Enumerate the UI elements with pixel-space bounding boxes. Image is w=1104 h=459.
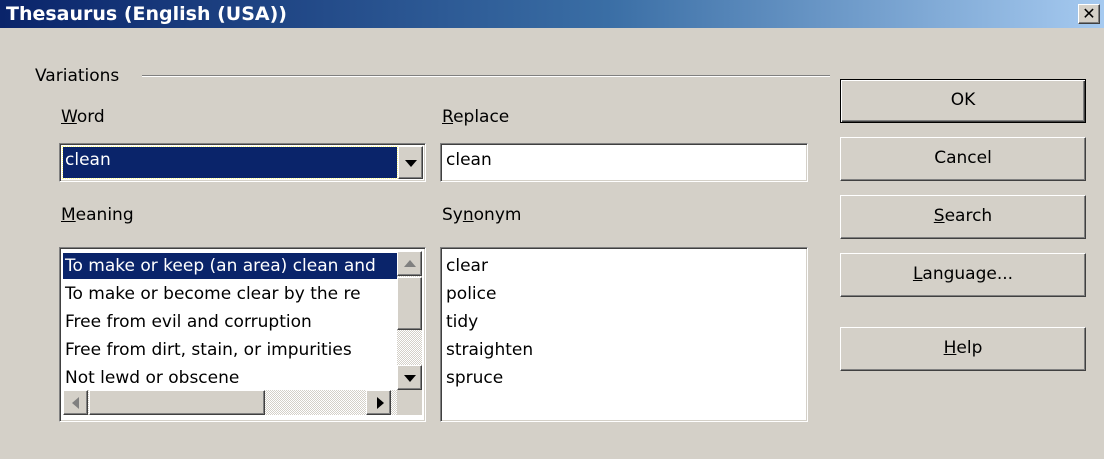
meaning-horizontal-scroll-thumb[interactable] bbox=[89, 390, 265, 415]
meaning-scroll-right-button[interactable] bbox=[366, 390, 391, 415]
word-combobox-value[interactable]: clean bbox=[62, 146, 398, 179]
replace-label: Replace bbox=[442, 107, 510, 127]
synonym-item[interactable]: police bbox=[444, 281, 801, 307]
word-label: Word bbox=[61, 107, 105, 127]
synonym-item[interactable]: clear bbox=[444, 253, 801, 279]
thesaurus-dialog: Thesaurus (English (USA)) ✕ Variations W… bbox=[0, 0, 1104, 459]
synonym-item[interactable]: spruce bbox=[444, 365, 801, 391]
chevron-down-icon bbox=[405, 160, 417, 167]
scroll-up-arrow-icon bbox=[404, 260, 416, 267]
window-title: Thesaurus (English (USA)) bbox=[6, 3, 287, 25]
scroll-left-arrow-icon bbox=[72, 397, 79, 409]
variations-group-label: Variations bbox=[35, 66, 120, 86]
synonym-label: Synonym bbox=[442, 205, 522, 225]
title-bar[interactable]: Thesaurus (English (USA)) ✕ bbox=[0, 0, 1104, 28]
help-button[interactable]: Help bbox=[840, 327, 1086, 371]
close-icon: ✕ bbox=[1082, 4, 1096, 23]
meaning-vertical-scroll-thumb[interactable] bbox=[397, 277, 422, 330]
meaning-item[interactable]: To make or become clear by the re bbox=[63, 281, 398, 307]
scroll-right-arrow-icon bbox=[377, 397, 384, 409]
close-button[interactable]: ✕ bbox=[1078, 4, 1100, 24]
ok-button[interactable]: OK bbox=[840, 79, 1086, 123]
meaning-scroll-down-button[interactable] bbox=[397, 365, 422, 390]
meaning-listbox[interactable]: To make or keep (an area) clean and To m… bbox=[59, 247, 426, 422]
replace-input-value: clean bbox=[446, 150, 492, 170]
meaning-item[interactable]: Not lewd or obscene bbox=[63, 365, 398, 387]
meaning-item[interactable]: Free from dirt, stain, or impurities bbox=[63, 337, 398, 363]
synonym-item[interactable]: straighten bbox=[444, 337, 801, 363]
meaning-item[interactable]: To make or keep (an area) clean and bbox=[63, 253, 398, 279]
variations-group-divider bbox=[142, 75, 830, 77]
meaning-item[interactable]: Free from evil and corruption bbox=[63, 309, 398, 335]
scroll-down-arrow-icon bbox=[404, 375, 416, 382]
synonym-item[interactable]: tidy bbox=[444, 309, 801, 335]
language-button[interactable]: Language... bbox=[840, 253, 1086, 297]
meaning-scroll-left-button[interactable] bbox=[63, 390, 88, 415]
replace-input[interactable]: clean bbox=[440, 143, 808, 182]
word-combobox[interactable]: clean bbox=[59, 143, 426, 182]
cancel-button[interactable]: Cancel bbox=[840, 137, 1086, 181]
scrollbar-corner bbox=[397, 390, 422, 415]
search-button[interactable]: Search bbox=[840, 195, 1086, 239]
word-dropdown-button[interactable] bbox=[398, 146, 423, 179]
meaning-label: Meaning bbox=[61, 205, 134, 225]
meaning-scroll-up-button[interactable] bbox=[397, 251, 422, 276]
synonym-listbox[interactable]: clear police tidy straighten spruce bbox=[440, 247, 808, 422]
